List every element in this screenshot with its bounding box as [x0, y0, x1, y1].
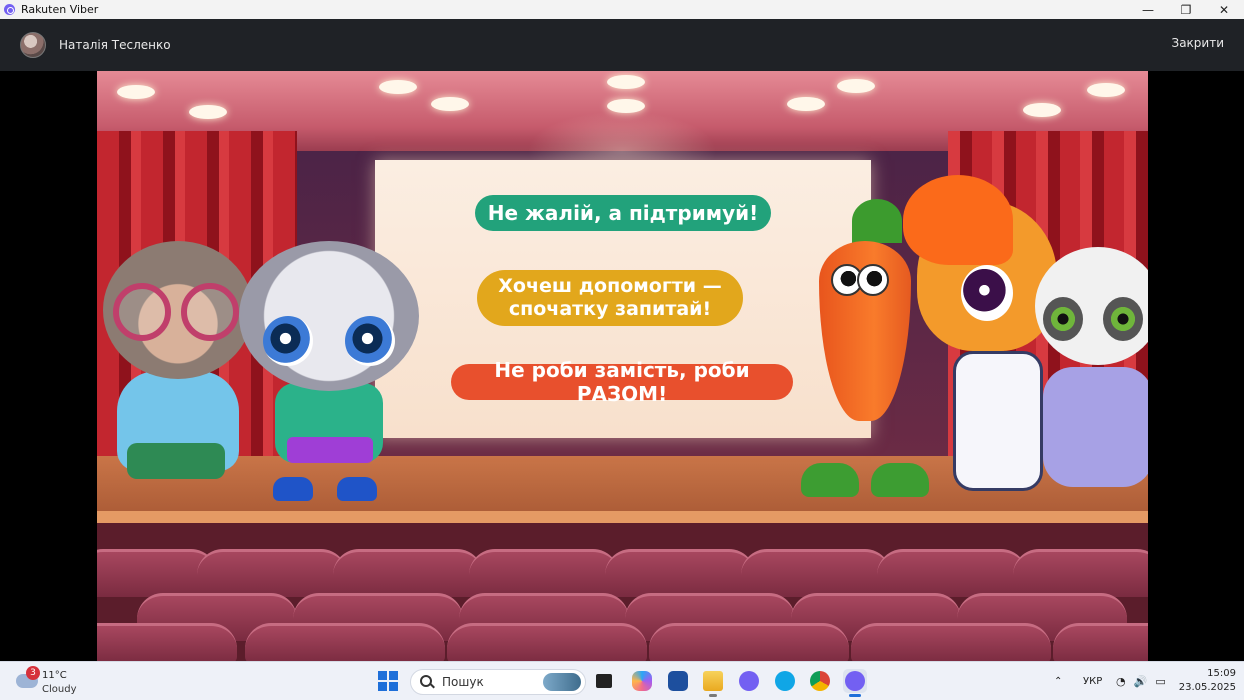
glasses-icon — [181, 283, 239, 341]
media-viewer-header: Наталія Тесленко Закрити — [0, 19, 1244, 71]
contact-name[interactable]: Наталія Тесленко — [59, 38, 171, 52]
clock-date: 23.05.2025 — [1178, 682, 1236, 693]
message-do-together: Не роби замість, роби РАЗОМ! — [451, 358, 793, 406]
stage-edge — [97, 511, 1148, 523]
ceiling-light — [431, 97, 469, 111]
task-view-button[interactable] — [592, 669, 616, 693]
close-window-button[interactable]: ✕ — [1205, 0, 1243, 19]
taskbar-search[interactable]: Пошук — [410, 669, 586, 695]
windows-taskbar: 3 11°C Cloudy Пошук ⌃ УКР ◔ 🔊 ▭ 15:09 23… — [0, 661, 1244, 700]
close-viewer-button[interactable]: Закрити — [1172, 36, 1225, 50]
viber-icon — [739, 671, 759, 691]
cat-character-head — [239, 241, 419, 391]
viber-logo-icon — [4, 4, 15, 15]
media-image: Не жалій, а підтримуй! Хочеш допомогти —… — [97, 71, 1148, 661]
theater-seat — [447, 623, 647, 661]
message-ask-first: Хочеш допомогти — спочатку запитай! — [477, 270, 743, 326]
minimize-button[interactable]: — — [1129, 0, 1167, 19]
clock-time: 15:09 — [1207, 668, 1236, 679]
wifi-icon[interactable]: ◔ — [1116, 675, 1126, 688]
skype-button[interactable] — [773, 669, 797, 693]
restore-button[interactable]: ❐ — [1167, 0, 1205, 19]
ceiling-light — [607, 75, 645, 89]
panda-character-body — [1043, 367, 1148, 487]
store-button[interactable] — [666, 669, 690, 693]
running-indicator — [709, 694, 717, 697]
carrot-eye — [857, 264, 889, 296]
mole-character-legs — [127, 443, 225, 479]
carrot-shoe — [801, 463, 859, 497]
skype-icon — [775, 671, 795, 691]
cat-shoe — [337, 477, 377, 501]
copilot-icon — [632, 671, 652, 691]
theater-seat — [333, 549, 483, 597]
theater-seat — [851, 623, 1051, 661]
tray-expand-button[interactable]: ⌃ — [1054, 662, 1062, 700]
weather-temperature: 11°C — [42, 670, 67, 681]
viber-active-button[interactable] — [843, 669, 867, 697]
theater-seat — [741, 549, 891, 597]
input-language[interactable]: УКР — [1083, 662, 1102, 700]
system-tray-icons[interactable]: ◔ 🔊 ▭ — [1116, 662, 1174, 700]
carrot-shoe — [871, 463, 929, 497]
ceiling-light — [117, 85, 155, 99]
window-title: Rakuten Viber — [21, 3, 99, 16]
ceiling-light — [1087, 83, 1125, 97]
start-button[interactable] — [376, 669, 400, 693]
viber-active-icon — [845, 671, 865, 691]
ceiling-light — [379, 80, 417, 94]
theater-seat — [469, 549, 619, 597]
theater-seat — [97, 623, 237, 661]
pony-eye — [961, 265, 1013, 321]
cat-character-shorts — [287, 437, 373, 463]
copilot-button[interactable] — [630, 669, 654, 693]
theater-seat — [649, 623, 849, 661]
system-clock[interactable]: 15:09 23.05.2025 — [1176, 667, 1236, 695]
ceiling-light — [189, 105, 227, 119]
search-icon — [420, 675, 434, 689]
theater-seat — [605, 549, 755, 597]
task-view-icon — [596, 674, 612, 688]
avatar[interactable] — [20, 32, 46, 58]
theater-seat — [1053, 623, 1148, 661]
chrome-button[interactable] — [808, 669, 832, 693]
projection-screen: Не жалій, а підтримуй! Хочеш допомогти —… — [375, 160, 871, 438]
file-explorer-button[interactable] — [701, 669, 725, 697]
active-indicator — [849, 694, 861, 697]
weather-condition: Cloudy — [42, 684, 77, 695]
weather-widget[interactable]: 3 11°C Cloudy — [10, 665, 100, 699]
store-icon — [668, 671, 688, 691]
ceiling-light — [787, 97, 825, 111]
window-titlebar: Rakuten Viber — ❐ ✕ — [0, 0, 1244, 19]
search-highlight-image — [543, 673, 581, 691]
carrot-leaves — [852, 199, 902, 243]
cat-shoe — [273, 477, 313, 501]
windows-logo-icon — [378, 671, 398, 691]
panda-eye — [1043, 297, 1083, 341]
notification-badge: 3 — [26, 666, 40, 680]
ceiling-light — [1023, 103, 1061, 117]
theater-seat — [245, 623, 445, 661]
cat-eye — [345, 316, 395, 366]
panda-eye — [1103, 297, 1143, 341]
cat-eye — [263, 316, 313, 366]
search-placeholder: Пошук — [442, 675, 484, 689]
ceiling-light — [837, 79, 875, 93]
pony-character-body — [953, 351, 1043, 491]
volume-icon[interactable]: 🔊 — [1134, 675, 1148, 688]
theater-seat — [1013, 549, 1148, 597]
folder-icon — [703, 671, 723, 691]
theater-seat — [877, 549, 1027, 597]
glasses-icon — [113, 283, 171, 341]
pony-character-mane — [903, 175, 1013, 265]
viber-taskbar-button[interactable] — [737, 669, 761, 693]
chrome-icon — [810, 671, 830, 691]
theater-seat — [197, 549, 347, 597]
message-support: Не жалій, а підтримуй! — [475, 195, 771, 231]
battery-icon[interactable]: ▭ — [1155, 675, 1165, 688]
